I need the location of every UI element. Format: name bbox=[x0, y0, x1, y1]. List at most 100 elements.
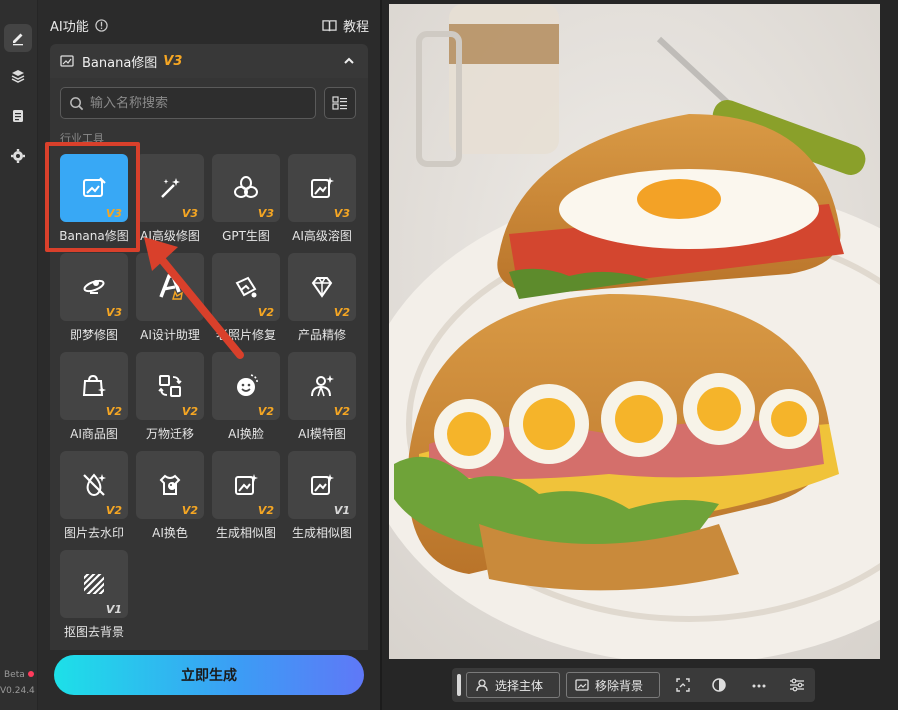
gpt-knot-icon bbox=[234, 176, 258, 198]
beta-dot bbox=[28, 671, 34, 677]
crop-icon bbox=[676, 678, 690, 692]
image-icon bbox=[575, 679, 589, 691]
remove-background-label: 移除背景 bbox=[595, 678, 644, 693]
chevron-up-icon[interactable] bbox=[342, 54, 356, 68]
tool-label: AI模特图 bbox=[298, 427, 346, 441]
tool-tile[interactable]: V2 bbox=[288, 352, 356, 420]
rail-settings-button[interactable] bbox=[4, 142, 32, 170]
annotation-arrow-icon bbox=[144, 237, 244, 359]
similar-image-icon bbox=[235, 474, 258, 495]
banana-section-header[interactable]: Banana修图 V3 bbox=[50, 44, 368, 78]
version-badge: V3 bbox=[105, 306, 122, 319]
similar-image-icon bbox=[311, 474, 334, 495]
crop-button[interactable] bbox=[674, 676, 692, 694]
tool-tile[interactable]: V2 bbox=[60, 451, 128, 519]
tool-tile[interactable]: V2 bbox=[212, 451, 280, 519]
version-badge: V3 bbox=[257, 207, 274, 220]
tool-similar-image-v2[interactable]: V2 生成相似图 bbox=[205, 451, 281, 547]
tool-ai-advanced-blend[interactable]: V3 AI高级溶图 bbox=[281, 154, 357, 250]
search-icon bbox=[70, 96, 84, 110]
section-name: Banana修图 bbox=[82, 55, 158, 71]
tool-tile[interactable]: V1 bbox=[60, 550, 128, 618]
pen-icon bbox=[13, 33, 23, 46]
tool-similar-image-v1[interactable]: V1 生成相似图 bbox=[281, 451, 357, 547]
generate-label: 立即生成 bbox=[181, 668, 237, 684]
version-badge: V2 bbox=[181, 504, 198, 517]
tool-ai-product-image[interactable]: V2 AI商品图 bbox=[53, 352, 129, 448]
version-badge: V3 bbox=[181, 207, 198, 220]
cutout-icon bbox=[84, 574, 104, 594]
remove-background-button[interactable]: 移除背景 bbox=[566, 672, 660, 698]
model-icon bbox=[311, 375, 334, 397]
tool-object-transfer[interactable]: V2 万物迁移 bbox=[129, 352, 205, 448]
select-subject-label: 选择主体 bbox=[495, 678, 544, 693]
tool-tile[interactable]: V3 bbox=[212, 154, 280, 222]
tool-dream-edit[interactable]: V3 即梦修图 bbox=[53, 253, 129, 349]
recolor-icon bbox=[159, 474, 181, 495]
tool-label: 生成相似图 bbox=[291, 526, 352, 540]
tool-tile[interactable]: V3 bbox=[136, 154, 204, 222]
contrast-button[interactable] bbox=[710, 676, 728, 694]
tool-watermark-remove[interactable]: V2 图片去水印 bbox=[53, 451, 129, 547]
app-version: V0.24.4 bbox=[0, 686, 35, 696]
magic-wand-icon bbox=[161, 178, 180, 198]
version-badge: V2 bbox=[257, 306, 274, 319]
tool-label: 产品精修 bbox=[297, 328, 346, 342]
tool-label: 抠图去背景 bbox=[63, 625, 124, 639]
version-badge: V2 bbox=[105, 405, 122, 418]
search-box[interactable] bbox=[60, 87, 316, 119]
rail-layers-button[interactable] bbox=[4, 62, 32, 90]
version-badge: V1 bbox=[333, 504, 350, 517]
beta-label: Beta bbox=[4, 670, 25, 680]
canvas-toolbar: 选择主体 移除背景 bbox=[452, 668, 815, 702]
food-photo bbox=[389, 4, 880, 659]
left-rail: Beta V0.24.4 bbox=[0, 0, 38, 710]
layers-icon bbox=[11, 70, 25, 83]
diamond-icon bbox=[311, 277, 333, 298]
rail-edit-button[interactable] bbox=[4, 24, 32, 52]
app-window: Beta V0.24.4 AI功能 教程 Banana修图 V3 行业工具 bbox=[0, 0, 898, 710]
toolbar-drag-handle[interactable] bbox=[457, 674, 461, 696]
version-badge: V1 bbox=[105, 603, 122, 616]
tool-tile[interactable]: V3 bbox=[288, 154, 356, 222]
adjust-button[interactable] bbox=[788, 676, 806, 694]
tool-tile[interactable]: V1 bbox=[288, 451, 356, 519]
rail-document-button[interactable] bbox=[4, 102, 32, 130]
info-icon[interactable] bbox=[95, 19, 108, 32]
version-badge: V2 bbox=[257, 504, 274, 517]
tool-tile[interactable]: V2 bbox=[288, 253, 356, 321]
tool-label: AI高级溶图 bbox=[292, 229, 352, 243]
gear-icon bbox=[11, 149, 25, 163]
view-toggle-button[interactable] bbox=[324, 87, 356, 119]
watermark-remove-icon bbox=[83, 473, 106, 497]
panel-title: AI功能 bbox=[50, 16, 108, 35]
shopping-bag-icon bbox=[82, 374, 106, 396]
image-edit-icon bbox=[60, 55, 74, 67]
dream-icon bbox=[83, 279, 105, 294]
tutorial-link[interactable]: 教程 bbox=[322, 16, 369, 35]
tool-product-refine[interactable]: V2 产品精修 bbox=[281, 253, 357, 349]
tool-tile[interactable]: V2 bbox=[136, 451, 204, 519]
select-subject-button[interactable]: 选择主体 bbox=[466, 672, 560, 698]
image-sparkle-icon bbox=[311, 177, 334, 198]
tool-tile[interactable]: V3 bbox=[60, 253, 128, 321]
version-badge: V3 bbox=[333, 207, 350, 220]
canvas-image[interactable] bbox=[389, 4, 880, 659]
tool-cutout-background[interactable]: V1 抠图去背景 bbox=[53, 550, 129, 646]
tutorial-label: 教程 bbox=[343, 20, 370, 35]
search-input[interactable] bbox=[90, 95, 290, 111]
document-icon bbox=[13, 110, 23, 122]
list-view-icon bbox=[332, 96, 347, 110]
more-icon bbox=[752, 684, 766, 688]
more-button[interactable] bbox=[750, 676, 768, 694]
contrast-icon bbox=[712, 678, 726, 692]
version-badge: V2 bbox=[333, 306, 350, 319]
tool-ai-recolor[interactable]: V2 AI换色 bbox=[129, 451, 205, 547]
section-version: V3 bbox=[163, 53, 183, 69]
tool-ai-face-swap[interactable]: V2 AI换脸 bbox=[205, 352, 281, 448]
sliders-icon bbox=[790, 678, 804, 692]
tool-ai-model-image[interactable]: V2 AI模特图 bbox=[281, 352, 357, 448]
tool-tile[interactable]: V2 bbox=[60, 352, 128, 420]
person-icon bbox=[476, 679, 488, 692]
generate-button[interactable]: 立即生成 bbox=[54, 655, 364, 695]
